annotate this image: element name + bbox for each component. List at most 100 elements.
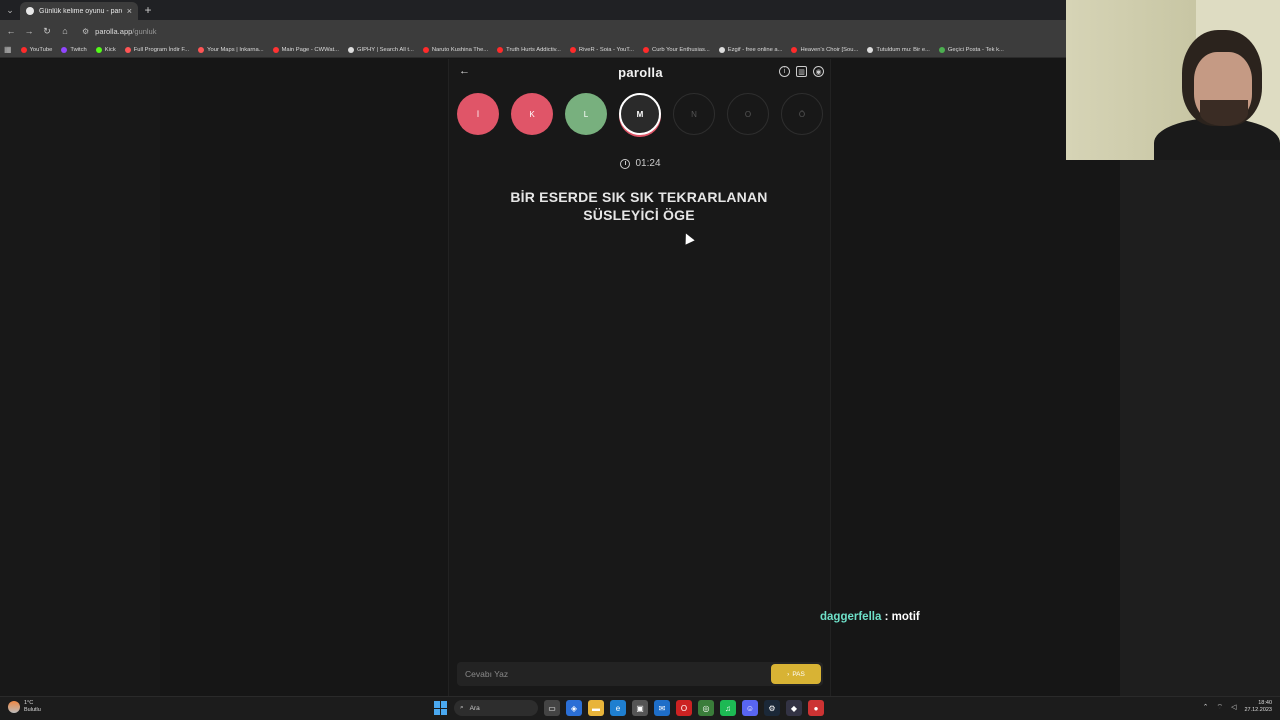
logo: parolla [618,65,663,80]
mail-icon[interactable]: ✉ [654,700,670,716]
letter-circle-right: L [565,93,607,135]
bookmark-label: Full Program İndir F... [133,46,190,53]
tab-favicon-icon [26,7,34,15]
app-header: ← parolla i ▥ ◉ [449,65,832,81]
bookmark-item[interactable]: Kick [95,46,116,53]
url-field[interactable]: ⚙ parolla.app/gunluk [82,27,156,36]
tab-close-icon[interactable]: × [127,6,132,16]
chrome-icon[interactable]: ◎ [698,700,714,716]
bookmark-label: Truth Hurts Addictiv... [506,46,561,53]
bookmark-favicon-icon [61,46,68,53]
bookmark-item[interactable]: Main Page - CWWat... [272,46,340,53]
windows-start-icon[interactable] [434,701,448,715]
bookmark-label: Geçici Posta - Tek k... [947,46,1004,53]
bookmark-item[interactable]: Curb Your Enthusias... [643,46,710,53]
bookmark-item[interactable]: Truth Hurts Addictiv... [497,46,561,53]
stats-icon[interactable]: ▥ [796,66,807,77]
forward-icon[interactable]: → [22,24,36,38]
letter-row: İKLMNOÖ [457,93,823,135]
bookmark-favicon-icon [422,46,429,53]
address-bar: ← → ↻ ⌂ ⚙ parolla.app/gunluk [0,20,1066,42]
chat-text: motif [891,611,920,623]
bookmark-favicon-icon [938,46,945,53]
bookmark-label: Twitch [70,46,87,53]
answer-input[interactable] [457,662,771,686]
clock-time: 18:40 [1258,700,1272,706]
bookmark-item[interactable]: GIPHY | Search All t... [348,46,414,53]
chat-separator: : [884,611,889,623]
bookmark-label: RiveR - Soia - YouT... [578,46,635,53]
apps-grid-icon[interactable]: ▦ [4,45,12,54]
tray-chevron-icon[interactable]: ⌃ [1203,703,1209,711]
bookmark-item[interactable]: Ezgif - free online a... [718,46,783,53]
bookmark-label: Heaven's Choir [Sou... [800,46,859,53]
question-line-1: BİR ESERDE SIK SIK TEKRARLANAN [510,189,768,205]
bookmark-favicon-icon [124,46,131,53]
recorder-icon[interactable]: ● [808,700,824,716]
bookmark-item[interactable]: Heaven's Choir [Sou... [791,46,859,53]
volume-icon[interactable]: ◁ [1231,703,1236,711]
discord-icon[interactable]: ☺ [742,700,758,716]
opera-icon[interactable]: O [676,700,692,716]
bookmark-favicon-icon [497,46,504,53]
bookmark-favicon-icon [643,46,650,53]
weather-temp: 1°C [24,700,34,706]
bookmark-item[interactable]: RiveR - Soia - YouT... [569,46,635,53]
url-domain: parolla.app [95,26,133,36]
app-icon[interactable]: ◆ [786,700,802,716]
bookmark-favicon-icon [20,46,27,53]
bookmark-favicon-icon [791,46,798,53]
browser-tab[interactable]: Günlük kelime oyunu - parolla × [20,2,138,20]
tab-search-chevron-icon[interactable]: ⌄ [0,0,20,20]
profile-icon[interactable]: ◉ [813,66,824,77]
home-icon[interactable]: ⌂ [58,24,72,38]
bookmark-item[interactable]: Naruto Kushina The... [422,46,489,53]
edge-icon[interactable]: e [610,700,626,716]
bookmark-item[interactable]: YouTube [20,46,52,53]
bookmark-item[interactable]: Full Program İndir F... [124,46,190,53]
taskbar-search[interactable]: ⌕ Ara [454,700,538,716]
letter-circle-wrong: K [511,93,553,135]
reload-icon[interactable]: ↻ [40,24,54,38]
site-info-icon[interactable]: ⚙ [82,27,89,36]
bookmark-item[interactable]: Twitch [61,46,87,53]
bookmark-label: Ezgif - free online a... [727,46,783,53]
question-line-2: SÜSLEYİCİ ÖGE [583,207,695,223]
store-icon[interactable]: ▣ [632,700,648,716]
bookmark-item[interactable]: Tutuldum mu: Bir e... [867,46,930,53]
info-icon[interactable]: i [779,66,790,77]
question-text: BİR ESERDE SIK SIK TEKRARLANAN SÜSLEYİCİ… [489,188,789,224]
bookmark-label: Curb Your Enthusias... [652,46,710,53]
taskbar: 1°C Bulutlu ⌕ Ara ▭ ◈ ▬ e ▣ ✉ O ◎ ♫ ☺ ⚙ … [0,696,1280,720]
chat-username: daggerfella [820,611,882,623]
url-path: /gunluk [132,26,157,36]
task-view-icon[interactable]: ▭ [544,700,560,716]
letter-circle-wrong: İ [457,93,499,135]
network-icon[interactable]: ⌔ [1216,703,1223,712]
bookmark-item[interactable]: Geçici Posta - Tek k... [938,46,1004,53]
new-tab-button[interactable]: + [138,3,158,17]
left-background [0,59,160,696]
file-explorer-icon[interactable]: ▬ [588,700,604,716]
letter-circle-pending: Ö [781,93,823,135]
bookmark-favicon-icon [569,46,576,53]
tab-title: Günlük kelime oyunu - parolla [39,7,122,15]
back-icon[interactable]: ← [4,24,18,38]
letter-circle-current: M [619,93,661,135]
bookmark-label: Naruto Kushina The... [431,46,489,53]
webcam-overlay [1066,0,1280,160]
spotify-icon[interactable]: ♫ [720,700,736,716]
weather-desc: Bulutlu [24,707,41,713]
timer-value: 01:24 [635,158,661,169]
bookmark-favicon-icon [272,46,279,53]
weather-widget[interactable]: 1°C Bulutlu [8,700,41,714]
bookmark-label: Main Page - CWWat... [281,46,340,53]
letter-circle-pending: O [727,93,769,135]
steam-icon[interactable]: ⚙ [764,700,780,716]
pass-button[interactable]: › PAS [771,664,821,684]
bookmark-favicon-icon [95,46,102,53]
taskbar-clock[interactable]: 18:40 27.12.2023 [1244,700,1272,714]
copilot-icon[interactable]: ◈ [566,700,582,716]
bookmark-item[interactable]: Your Maps | Inkarna... [198,46,264,53]
bookmark-favicon-icon [198,46,205,53]
